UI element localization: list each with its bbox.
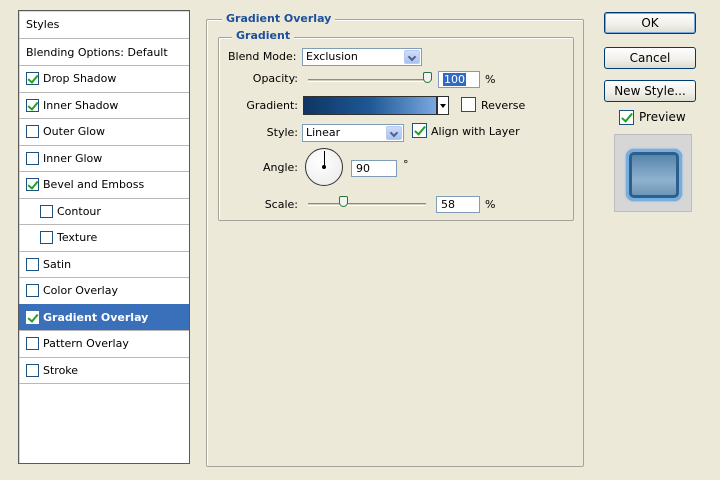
gradient-subtitle: Gradient (232, 30, 295, 42)
chevron-down-icon (386, 126, 402, 140)
preview-thumbnail (614, 134, 692, 212)
scale-value: 58 (441, 198, 455, 211)
gradient-label: Gradient: (246, 99, 298, 112)
checkbox[interactable] (26, 257, 39, 271)
checkbox[interactable] (26, 151, 39, 165)
angle-label: Angle: (262, 161, 298, 174)
style-select[interactable]: Linear (302, 124, 404, 142)
sidebar-item-pattern-overlay[interactable]: Pattern Overlay (19, 331, 189, 358)
new-style-button[interactable]: New Style... (604, 80, 696, 102)
sidebar-item-bevel-and-emboss[interactable]: Bevel and Emboss (19, 172, 189, 199)
scale-label: Scale: (264, 198, 298, 211)
cancel-button[interactable]: Cancel (604, 47, 696, 69)
sidebar-item-label: Stroke (43, 363, 79, 377)
preview-swatch (626, 149, 682, 201)
opacity-slider[interactable] (308, 79, 432, 82)
opacity-unit: % (485, 73, 496, 86)
checkbox[interactable] (26, 363, 39, 377)
gradient-overlay-title: Gradient Overlay (222, 13, 336, 25)
scale-input[interactable]: 58 (436, 196, 480, 213)
sidebar-item-inner-glow[interactable]: Inner Glow (19, 145, 189, 172)
align-with-layer-label: Align with Layer (431, 125, 520, 138)
checkbox[interactable] (26, 284, 39, 297)
sidebar-item-color-overlay[interactable]: Color Overlay (19, 278, 189, 305)
angle-value: 90 (356, 162, 370, 175)
style-label: Style: (266, 126, 298, 139)
chevron-down-icon (404, 50, 420, 64)
opacity-input[interactable]: 100 (438, 71, 480, 88)
blend-mode-select[interactable]: Exclusion (302, 48, 422, 66)
preview-label: Preview (639, 110, 686, 124)
sidebar-item-texture[interactable]: Texture (19, 225, 189, 252)
checkbox[interactable] (26, 178, 39, 191)
sidebar-item-label: Satin (43, 257, 72, 271)
sidebar-item-label: Color Overlay (43, 284, 118, 297)
sidebar-item-label: Pattern Overlay (43, 337, 129, 350)
angle-input[interactable]: 90 (351, 160, 397, 177)
opacity-slider-thumb[interactable] (423, 72, 432, 83)
sidebar-item-gradient-overlay[interactable]: Gradient Overlay (19, 304, 189, 331)
sidebar-item-satin[interactable]: Satin (19, 251, 189, 278)
styles-header-label: Styles (26, 18, 60, 31)
blend-mode-value: Exclusion (306, 50, 358, 63)
sidebar-item-inner-shadow[interactable]: Inner Shadow (19, 92, 189, 119)
sidebar-item-label: Gradient Overlay (43, 310, 149, 324)
scale-slider-thumb[interactable] (339, 196, 348, 207)
checkbox[interactable] (26, 72, 39, 85)
ok-button[interactable]: OK (604, 12, 696, 34)
checkbox[interactable] (26, 310, 39, 324)
sidebar-item-outer-glow[interactable]: Outer Glow (19, 119, 189, 146)
scale-unit: % (485, 198, 496, 211)
sidebar-item-label: Blending Options: Default (26, 45, 168, 59)
style-value: Linear (306, 126, 341, 139)
reverse-checkbox[interactable] (461, 97, 476, 112)
sidebar-item-label: Contour (57, 204, 101, 218)
sidebar-item-label: Bevel and Emboss (43, 178, 145, 191)
reverse-label: Reverse (481, 99, 526, 112)
sidebar-item-stroke[interactable]: Stroke (19, 357, 189, 384)
opacity-value: 100 (443, 73, 466, 86)
scale-slider[interactable] (308, 203, 426, 206)
sidebar-item-label: Drop Shadow (43, 72, 117, 85)
sidebar-item-label: Inner Glow (43, 151, 103, 165)
sidebar-item-blending-options-default[interactable]: Blending Options: Default (19, 39, 189, 66)
sidebar-item-label: Texture (57, 231, 98, 244)
sidebar-item-label: Inner Shadow (43, 98, 119, 112)
sidebar-item-contour[interactable]: Contour (19, 198, 189, 225)
checkbox[interactable] (26, 98, 39, 112)
preview-checkbox[interactable] (619, 110, 634, 125)
sidebar-item-drop-shadow[interactable]: Drop Shadow (19, 66, 189, 93)
gradient-swatch[interactable] (303, 96, 437, 115)
styles-header[interactable]: Styles (19, 11, 189, 39)
angle-dial[interactable] (305, 148, 343, 186)
checkbox[interactable] (26, 125, 39, 138)
checkbox[interactable] (26, 337, 39, 350)
checkbox[interactable] (40, 204, 53, 218)
sidebar-item-label: Outer Glow (43, 125, 106, 138)
checkbox[interactable] (40, 231, 53, 244)
align-with-layer-checkbox[interactable] (412, 123, 427, 138)
opacity-label: Opacity: (252, 72, 298, 85)
blend-mode-label: Blend Mode: (228, 50, 297, 63)
styles-list: Styles Blending Options: Default Drop Sha… (18, 10, 190, 464)
angle-unit: ° (403, 158, 409, 171)
gradient-dropdown[interactable] (437, 96, 449, 115)
